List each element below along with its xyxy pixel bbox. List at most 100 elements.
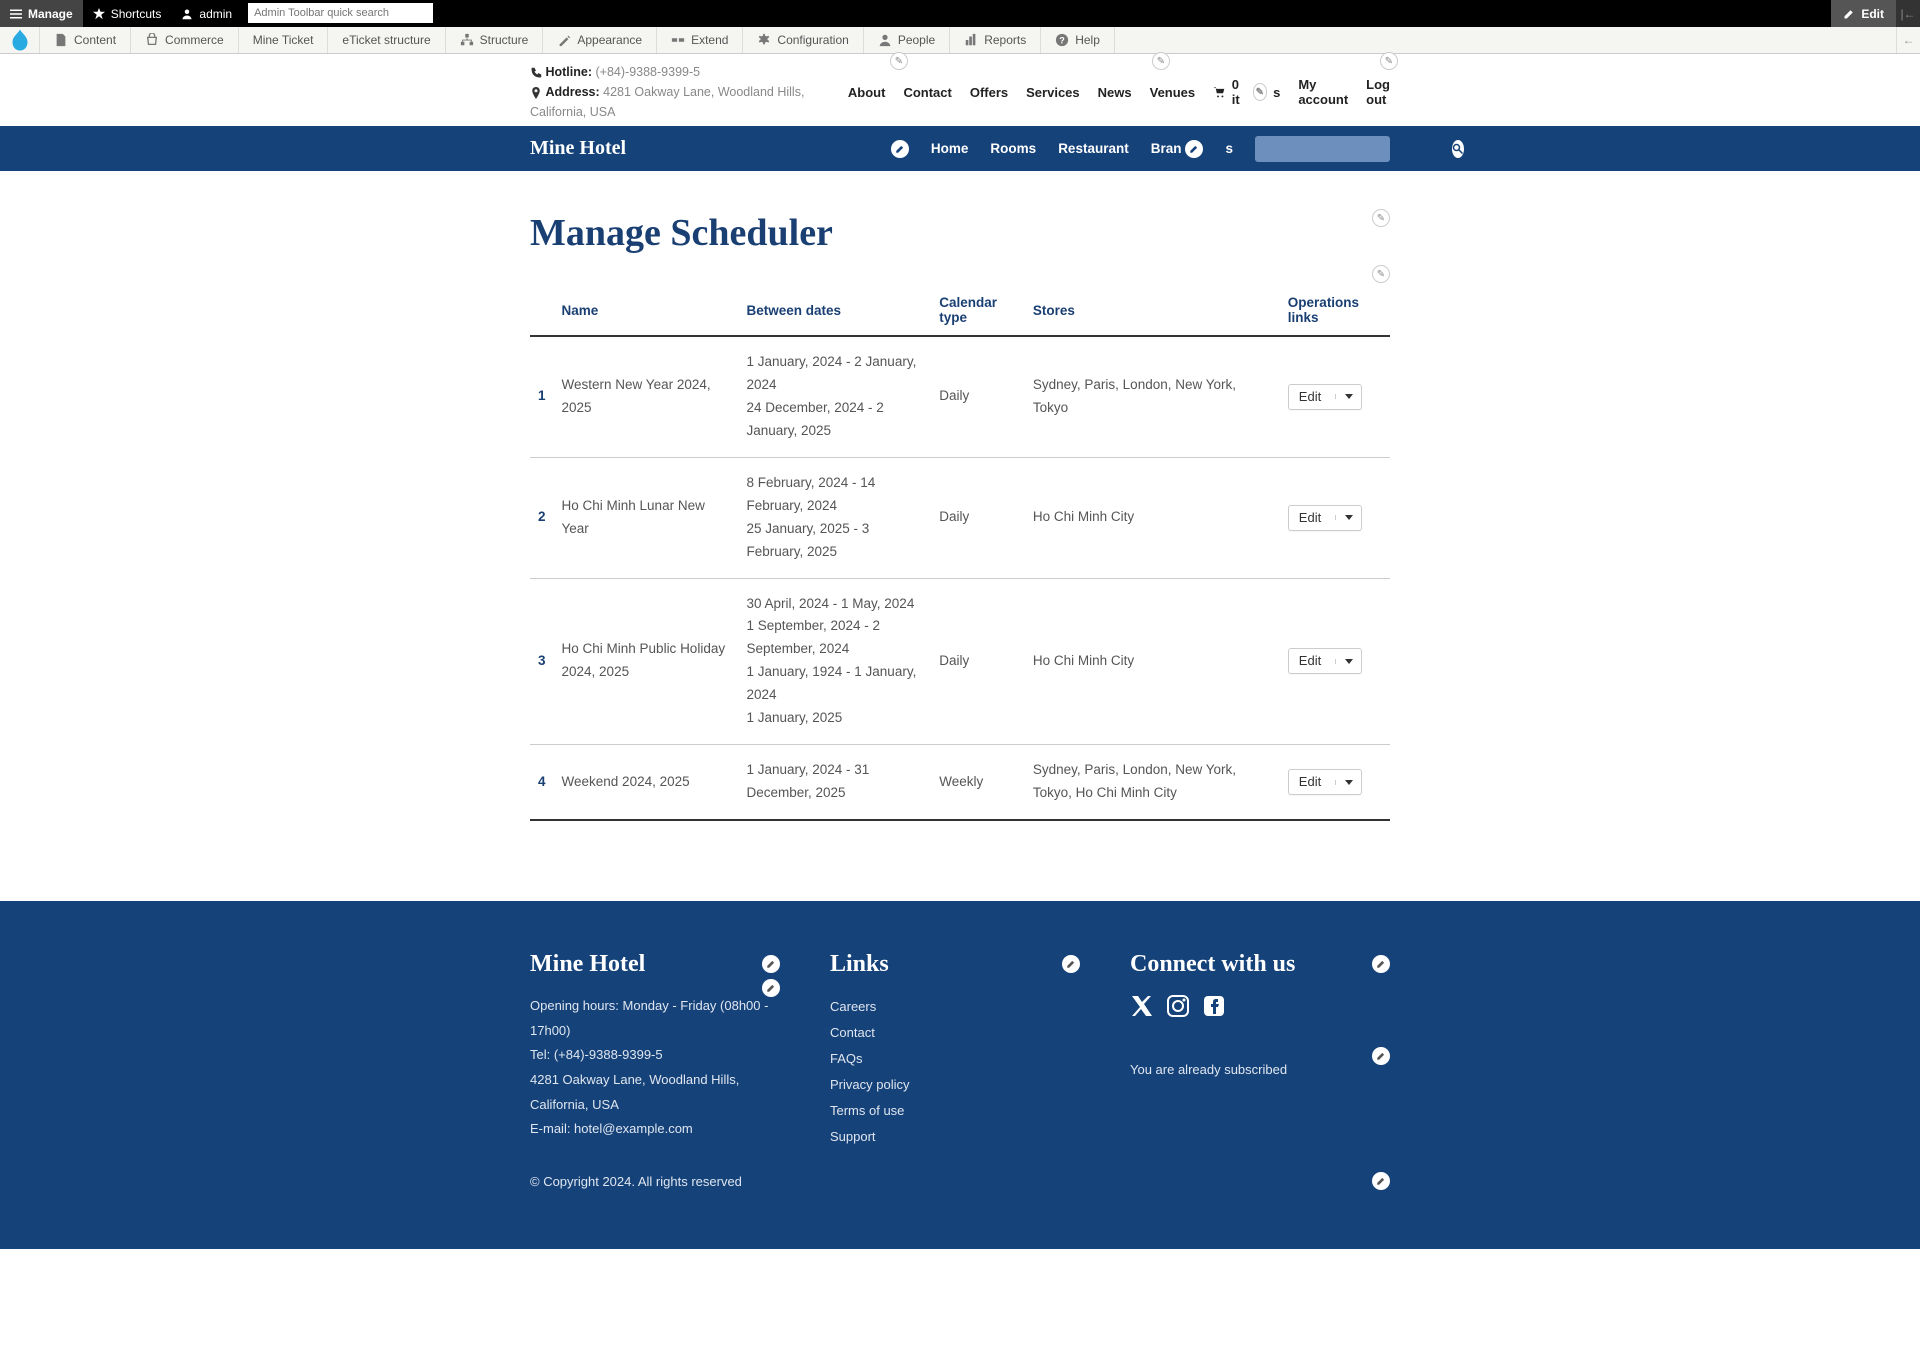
admin-menu-content[interactable]: Content (40, 27, 131, 53)
row-dates: 1 January, 2024 - 2 January, 202424 Dece… (738, 336, 931, 457)
edit-pencil-icon[interactable]: ✎ (1372, 265, 1390, 283)
mainnav-s[interactable]: s (1225, 141, 1233, 156)
logout-link[interactable]: Log out (1366, 77, 1390, 107)
footer-links: Links CareersContactFAQsPrivacy policyTe… (830, 951, 1090, 1150)
row-dates: 30 April, 2024 - 1 May, 20241 September,… (738, 578, 931, 745)
edit-pencil-icon[interactable] (762, 979, 780, 997)
cart-icon (1213, 85, 1226, 99)
topnav-contact[interactable]: Contact (903, 85, 951, 100)
row-stores: Ho Chi Minh City (1025, 457, 1280, 578)
mainnav-home[interactable]: Home (931, 141, 969, 156)
table-header: Operations links (1280, 285, 1390, 336)
secondary-collapse[interactable]: ← (1896, 27, 1920, 53)
admin-menu-structure[interactable]: Structure (446, 27, 544, 53)
row-index: 3 (530, 578, 554, 745)
topnav-venues[interactable]: Venues (1150, 85, 1196, 100)
cart-link[interactable]: 0 it ✎ s (1213, 77, 1280, 107)
footer-link-careers[interactable]: Careers (830, 994, 1090, 1020)
edit-pencil-icon[interactable] (1372, 955, 1390, 973)
admin-menu-eticket-structure[interactable]: eTicket structure (328, 27, 445, 53)
edit-pencil-icon[interactable] (1372, 1047, 1390, 1065)
drupal-logo[interactable] (0, 27, 40, 53)
edit-pencil-icon[interactable]: ✎ (1380, 52, 1398, 70)
admin-menu-people[interactable]: People (864, 27, 950, 53)
admin-menu-help[interactable]: ?Help (1041, 27, 1115, 53)
svg-text:?: ? (1060, 36, 1065, 46)
admin-menu-appearance[interactable]: Appearance (543, 27, 657, 53)
footer-email: E-mail: hotel@example.com (530, 1117, 790, 1142)
table-row: 1Western New Year 2024, 20251 January, 2… (530, 336, 1390, 457)
edit-pencil-icon[interactable] (1185, 140, 1203, 158)
footer-link-support[interactable]: Support (830, 1124, 1090, 1150)
cart-suffix: s (1273, 85, 1280, 100)
edit-pencil-icon[interactable] (891, 140, 909, 158)
row-name: Ho Chi Minh Public Holiday 2024, 2025 (554, 578, 739, 745)
edit-pencil-icon[interactable]: ✎ (1372, 209, 1390, 227)
edit-pencil-icon[interactable]: ✎ (890, 52, 908, 70)
table-header (530, 285, 554, 336)
chevron-down-icon (1335, 659, 1361, 664)
edit-dropdown[interactable]: Edit (1288, 505, 1362, 531)
mainnav-bran[interactable]: Bran (1151, 141, 1182, 156)
edit-dropdown[interactable]: Edit (1288, 384, 1362, 410)
x-icon[interactable] (1130, 994, 1154, 1018)
subscribed-text: You are already subscribed (1130, 1062, 1390, 1077)
mainnav-restaurant[interactable]: Restaurant (1058, 141, 1129, 156)
facebook-icon[interactable] (1202, 994, 1226, 1018)
edit-pencil-icon[interactable] (762, 955, 780, 973)
footer: Mine Hotel Opening hours: Monday - Frida… (0, 901, 1920, 1249)
edit-button[interactable]: Edit (1831, 0, 1896, 27)
topnav-about[interactable]: About (848, 85, 886, 100)
edit-dropdown[interactable]: Edit (1288, 769, 1362, 795)
row-stores: Ho Chi Minh City (1025, 578, 1280, 745)
footer-link-contact[interactable]: Contact (830, 1020, 1090, 1046)
admin-menu-commerce[interactable]: Commerce (131, 27, 239, 53)
brand-title[interactable]: Mine Hotel (530, 137, 626, 160)
topnav-news[interactable]: News (1098, 85, 1132, 100)
manage-label: Manage (28, 7, 73, 21)
row-name: Weekend 2024, 2025 (554, 745, 739, 820)
row-name: Western New Year 2024, 2025 (554, 336, 739, 457)
table-row: 3Ho Chi Minh Public Holiday 2024, 202530… (530, 578, 1390, 745)
scheduler-table: NameBetween datesCalendar typeStoresOper… (530, 285, 1390, 821)
address-label: Address: (545, 85, 599, 99)
edit-dropdown[interactable]: Edit (1288, 648, 1362, 674)
admin-menu-mine-ticket[interactable]: Mine Ticket (239, 27, 329, 53)
row-operations: Edit (1280, 457, 1390, 578)
row-name: Ho Chi Minh Lunar New Year (554, 457, 739, 578)
contact-strip: Hotline: (+84)-9388-9399-5 Address: 4281… (530, 54, 1390, 126)
footer-brand: Mine Hotel (530, 951, 790, 978)
row-calendar-type: Daily (931, 336, 1025, 457)
edit-pencil-icon[interactable]: ✎ (1253, 83, 1268, 101)
manage-button[interactable]: Manage (0, 0, 83, 27)
search-submit-icon[interactable] (1452, 140, 1464, 158)
instagram-icon[interactable] (1166, 994, 1190, 1018)
footer-link-faqs[interactable]: FAQs (830, 1046, 1090, 1072)
chevron-down-icon (1335, 780, 1361, 785)
admin-menu-extend[interactable]: Extend (657, 27, 743, 53)
collapse-button[interactable]: |← (1896, 0, 1920, 27)
shortcuts-button[interactable]: Shortcuts (83, 0, 172, 27)
footer-link-privacy-policy[interactable]: Privacy policy (830, 1072, 1090, 1098)
admin-menu-reports[interactable]: Reports (950, 27, 1041, 53)
admin-secondary-bar: ContentCommerceMine TicketeTicket struct… (0, 27, 1920, 54)
user-button[interactable]: admin (171, 0, 242, 27)
site-search-input[interactable] (1269, 141, 1446, 156)
edit-pencil-icon[interactable]: ✎ (1152, 52, 1170, 70)
user-icon (181, 8, 193, 20)
topnav-services[interactable]: Services (1026, 85, 1080, 100)
topnav-offers[interactable]: Offers (970, 85, 1008, 100)
edit-pencil-icon[interactable] (1062, 955, 1080, 973)
table-header: Between dates (738, 285, 931, 336)
page-title: Manage Scheduler (530, 211, 1390, 255)
mainnav-rooms[interactable]: Rooms (990, 141, 1036, 156)
admin-search-input[interactable] (248, 3, 433, 23)
footer-link-terms-of-use[interactable]: Terms of use (830, 1098, 1090, 1124)
admin-toolbar: Manage Shortcuts admin Edit |← (0, 0, 1920, 27)
site-search[interactable] (1255, 136, 1390, 162)
admin-menu-configuration[interactable]: Configuration (743, 27, 863, 53)
edit-pencil-icon[interactable] (1372, 1172, 1390, 1190)
contact-nav: About Contact Offers Services News Venues 0 i… (848, 77, 1390, 107)
chevron-down-icon (1335, 515, 1361, 520)
my-account-link[interactable]: My account (1298, 77, 1348, 107)
